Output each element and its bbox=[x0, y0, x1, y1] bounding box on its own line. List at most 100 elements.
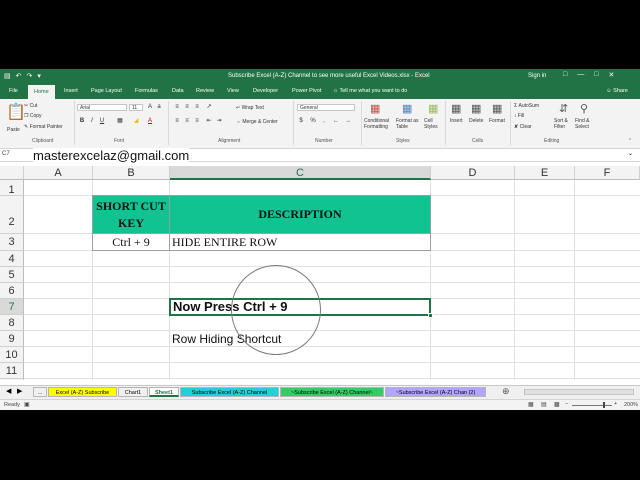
macro-record-icon[interactable]: ▣ bbox=[24, 401, 30, 408]
close-icon[interactable]: ✕ bbox=[608, 71, 614, 79]
row-header-5[interactable]: 5 bbox=[0, 267, 24, 283]
sheet-tab-sheet1[interactable]: Sheet1 bbox=[149, 387, 179, 397]
font-size-box[interactable]: 11 bbox=[129, 104, 143, 111]
cell-c2-header[interactable]: DESCRIPTION bbox=[169, 195, 431, 234]
zoom-in-icon[interactable]: + bbox=[614, 401, 617, 407]
paste-button[interactable]: Paste bbox=[7, 127, 20, 133]
row-header-6[interactable]: 6 bbox=[0, 283, 24, 299]
row-header-2[interactable]: 2 bbox=[0, 196, 24, 234]
row-header-10[interactable]: 10 bbox=[0, 347, 24, 363]
row-header-3[interactable]: 3 bbox=[0, 234, 24, 251]
column-header-a[interactable]: A bbox=[24, 166, 93, 180]
autosum-button[interactable]: Σ AutoSum bbox=[514, 103, 539, 109]
column-header-e[interactable]: E bbox=[515, 166, 575, 180]
merge-center-button[interactable]: ⇔ Merge & Center bbox=[236, 119, 278, 125]
fill-button[interactable]: ↓ Fill bbox=[514, 113, 524, 119]
cell-styles-button[interactable]: Cell Styles bbox=[424, 118, 442, 130]
tab-home[interactable]: Home bbox=[28, 85, 55, 99]
redo-icon[interactable]: ↷ bbox=[27, 72, 33, 81]
paste-icon[interactable]: 📋 bbox=[6, 102, 26, 122]
row-header-1[interactable]: 1 bbox=[0, 180, 24, 196]
row-header-4[interactable]: 4 bbox=[0, 251, 24, 267]
wrap-text-button[interactable]: ↵ Wrap Text bbox=[236, 105, 264, 111]
borders-icon[interactable]: ▦ bbox=[116, 117, 124, 125]
decrease-indent-icon[interactable]: ⇤ bbox=[205, 117, 213, 125]
row-header-12[interactable]: 12 bbox=[0, 379, 24, 380]
tab-developer[interactable]: Developer bbox=[253, 88, 278, 94]
decrease-decimal-icon[interactable]: → bbox=[344, 117, 352, 125]
insert-cells-icon[interactable]: ▦ bbox=[451, 102, 461, 115]
tab-insert[interactable]: Insert bbox=[64, 88, 78, 94]
format-painter-button[interactable]: ✎ Format Painter bbox=[24, 124, 63, 130]
zoom-level[interactable]: 200% bbox=[624, 402, 638, 408]
cell-c9[interactable]: Row Hiding Shortcut bbox=[172, 331, 372, 347]
row-header-8[interactable]: 8 bbox=[0, 315, 24, 331]
format-table-icon[interactable]: ▦ bbox=[402, 102, 412, 115]
sort-filter-button[interactable]: Sort & Filter bbox=[554, 118, 574, 130]
column-header-c[interactable]: C bbox=[170, 166, 431, 180]
tab-file[interactable]: File bbox=[9, 88, 18, 94]
clear-button[interactable]: ✘ Clear bbox=[514, 124, 532, 130]
sheet-tab-subscribe-channel-2[interactable]: ~Subscribe Excel (A-Z) Channel~ bbox=[280, 387, 384, 397]
save-icon[interactable]: ▤ bbox=[4, 72, 11, 81]
customize-icon[interactable]: ▾ bbox=[37, 72, 41, 81]
cell-c7-active[interactable]: Now Press Ctrl + 9 bbox=[169, 298, 431, 316]
cell-c3[interactable]: HIDE ENTIRE ROW bbox=[169, 233, 431, 251]
format-cells-button[interactable]: Format bbox=[489, 118, 505, 124]
tab-view[interactable]: View bbox=[227, 88, 239, 94]
cell-b3[interactable]: Ctrl + 9 bbox=[92, 233, 170, 251]
tab-power-pivot[interactable]: Power Pivot bbox=[292, 88, 321, 94]
expand-formula-icon[interactable]: ⌄ bbox=[628, 150, 633, 157]
row-header-9[interactable]: 9 bbox=[0, 331, 24, 347]
share-button[interactable]: ☺ Share bbox=[606, 88, 628, 94]
font-color-icon[interactable]: A bbox=[146, 117, 154, 125]
row-header-11[interactable]: 11 bbox=[0, 363, 24, 379]
maximize-icon[interactable]: □ bbox=[594, 71, 598, 79]
comma-icon[interactable]: , bbox=[320, 117, 328, 125]
align-right-icon[interactable]: ≡ bbox=[193, 117, 201, 125]
sheet-tab-subscribe-channel[interactable]: Subscribe Excel (A-Z) Channel bbox=[180, 387, 279, 397]
fill-color-icon[interactable]: ◢ bbox=[132, 117, 140, 125]
sign-in-link[interactable]: Sign in bbox=[528, 73, 546, 79]
next-sheet-icon[interactable]: ▶ bbox=[17, 387, 22, 395]
prev-sheet-icon[interactable]: ◀ bbox=[6, 387, 11, 395]
percent-icon[interactable]: % bbox=[309, 117, 317, 125]
sheet-tab-chart1[interactable]: Chart1 bbox=[118, 387, 148, 397]
horizontal-scrollbar[interactable] bbox=[524, 389, 634, 395]
zoom-slider-thumb[interactable] bbox=[603, 402, 605, 408]
delete-cells-icon[interactable]: ▦ bbox=[471, 102, 481, 115]
align-middle-icon[interactable]: ≡ bbox=[183, 103, 191, 111]
zoom-slider[interactable] bbox=[572, 405, 612, 406]
fill-handle[interactable] bbox=[428, 313, 433, 318]
cell-b2-header[interactable]: SHORT CUT KEY bbox=[92, 195, 170, 234]
column-header-b[interactable]: B bbox=[93, 166, 170, 180]
align-top-icon[interactable]: ≡ bbox=[173, 103, 181, 111]
name-box[interactable]: C7 bbox=[2, 150, 28, 159]
tab-page-layout[interactable]: Page Layout bbox=[91, 88, 122, 94]
orientation-icon[interactable]: ↗ bbox=[205, 103, 213, 111]
sheet-tab-excel-az-subscribe[interactable]: Excel (A-Z) Subscribe bbox=[48, 387, 117, 397]
increase-decimal-icon[interactable]: ← bbox=[332, 117, 340, 125]
format-as-table-button[interactable]: Format as Table bbox=[396, 118, 422, 130]
new-sheet-icon[interactable]: ⊕ bbox=[502, 386, 510, 397]
sort-filter-icon[interactable]: ⇵ bbox=[559, 102, 568, 115]
tab-review[interactable]: Review bbox=[196, 88, 214, 94]
font-name-box[interactable]: Arial bbox=[77, 104, 127, 111]
increase-indent-icon[interactable]: ⇥ bbox=[215, 117, 223, 125]
delete-cells-button[interactable]: Delete bbox=[469, 118, 483, 124]
bold-button[interactable]: B bbox=[78, 117, 86, 125]
align-center-icon[interactable]: ≡ bbox=[183, 117, 191, 125]
underline-button[interactable]: U bbox=[98, 117, 106, 125]
grow-font-icon[interactable]: A bbox=[146, 103, 154, 111]
copy-button[interactable]: ❐ Copy bbox=[24, 113, 42, 119]
column-header-f[interactable]: F bbox=[575, 166, 640, 180]
page-break-view-icon[interactable]: ▩ bbox=[554, 401, 560, 408]
sheet-tab-subscribe-chan-2[interactable]: ~Subscribe Excel (A-Z) Chan (2) bbox=[385, 387, 486, 397]
column-header-d[interactable]: D bbox=[431, 166, 515, 180]
currency-icon[interactable]: $ bbox=[297, 117, 305, 125]
cut-button[interactable]: ✂ Cut bbox=[24, 103, 37, 109]
undo-icon[interactable]: ↶ bbox=[16, 72, 22, 81]
find-select-icon[interactable]: ⚲ bbox=[580, 102, 588, 115]
cell-styles-icon[interactable]: ▦ bbox=[428, 102, 438, 115]
align-bottom-icon[interactable]: ≡ bbox=[193, 103, 201, 111]
